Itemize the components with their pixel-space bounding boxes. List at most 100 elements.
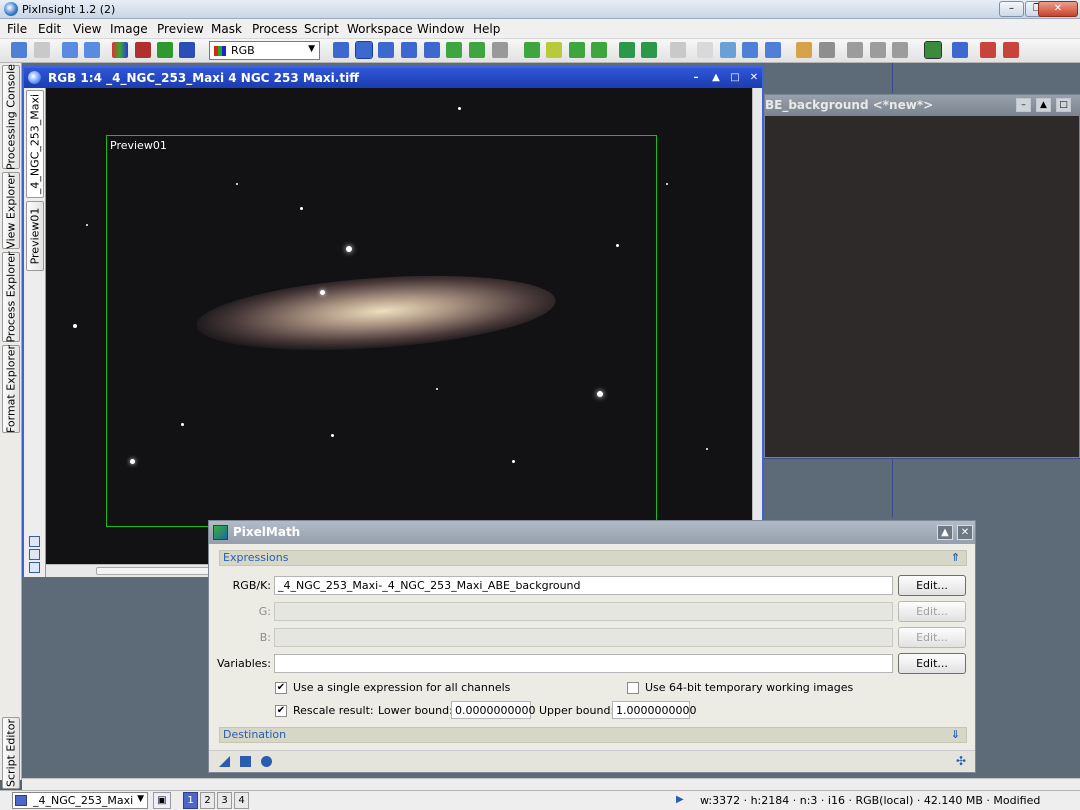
mask-invert-icon[interactable] xyxy=(670,42,686,58)
tab-main-view[interactable]: _4_NGC_253_Maxi xyxy=(26,90,44,198)
edit-b-button[interactable]: Edit... xyxy=(898,627,966,648)
zoom-icon[interactable] xyxy=(29,536,40,547)
edit-preview-icon[interactable] xyxy=(469,42,485,58)
abe-background-window[interactable]: BE_background <*new*> – ▲ □ xyxy=(764,94,1080,458)
apply-global-icon[interactable] xyxy=(261,756,272,767)
minimize-icon[interactable]: – xyxy=(1016,98,1031,112)
b-expression-field[interactable] xyxy=(274,628,893,647)
vertical-scrollbar[interactable] xyxy=(752,88,762,564)
shade-icon[interactable]: ▲ xyxy=(937,525,953,540)
color-space-select[interactable]: RGB ▼ xyxy=(209,41,320,60)
preview-select-icon[interactable] xyxy=(524,42,540,58)
align-icon[interactable] xyxy=(819,42,835,58)
tab-processing-console[interactable]: Processing Console xyxy=(2,64,20,170)
close-icon[interactable]: ✕ xyxy=(746,71,762,85)
maximize-icon[interactable]: □ xyxy=(1056,98,1071,112)
shade-icon[interactable]: ▲ xyxy=(1036,98,1051,112)
menu-workspace[interactable]: Workspace xyxy=(347,22,413,36)
tab-preview01[interactable]: Preview01 xyxy=(26,201,44,271)
menu-help[interactable]: Help xyxy=(473,22,500,36)
preview-delete-icon[interactable] xyxy=(591,42,607,58)
close-icon[interactable]: ✕ xyxy=(957,525,973,540)
tab-format-explorer[interactable]: Format Explorer xyxy=(2,345,20,433)
rescale-checkbox[interactable]: ✔ xyxy=(275,705,287,717)
histogram-icon[interactable] xyxy=(924,41,942,59)
g-expression-field[interactable] xyxy=(274,602,893,621)
zoom-out-icon[interactable] xyxy=(401,42,417,58)
pixelmath-dialog[interactable]: PixelMath ▲ ✕ Expressions ⇑ RGB/K: _4_NG… xyxy=(208,520,976,773)
menu-file[interactable]: File xyxy=(7,22,27,36)
zoom-fit-icon[interactable] xyxy=(355,41,373,59)
green-channel-icon[interactable] xyxy=(157,42,173,58)
red-channel-icon[interactable] xyxy=(135,42,151,58)
menu-preview[interactable]: Preview xyxy=(157,22,204,36)
variables-field[interactable] xyxy=(274,654,893,673)
destination-section-header[interactable]: Destination ⇓ xyxy=(219,727,967,743)
mask-show-icon[interactable] xyxy=(641,42,657,58)
menu-view[interactable]: View xyxy=(73,22,101,36)
reset-icon[interactable]: ✣ xyxy=(956,755,967,767)
edit-g-button[interactable]: Edit... xyxy=(898,601,966,622)
screen-transfer-icon[interactable] xyxy=(697,42,713,58)
zoom-in-icon[interactable] xyxy=(378,42,394,58)
expressions-section-header[interactable]: Expressions ⇑ xyxy=(219,550,967,566)
redo-icon[interactable] xyxy=(34,42,50,58)
expand-icon[interactable]: ⇓ xyxy=(951,728,960,741)
menu-image[interactable]: Image xyxy=(110,22,148,36)
stf-auto-icon[interactable] xyxy=(720,42,736,58)
menu-process[interactable]: Process xyxy=(252,22,298,36)
blue-channel-icon[interactable] xyxy=(179,42,195,58)
single-expression-checkbox[interactable]: ✔ xyxy=(275,682,287,694)
process-history-icon[interactable] xyxy=(870,42,886,58)
stf-link-icon[interactable] xyxy=(742,42,758,58)
view-selector[interactable]: _4_NGC_253_Maxi ▼ xyxy=(12,792,148,809)
rgbk-expression-field[interactable]: _4_NGC_253_Maxi-_4_NGC_253_Maxi_ABE_back… xyxy=(274,576,893,595)
tab-view-explorer[interactable]: View Explorer xyxy=(2,172,20,249)
console-icon[interactable] xyxy=(1003,42,1019,58)
workspace-2-button[interactable]: 2 xyxy=(200,792,215,809)
undo-icon[interactable] xyxy=(11,42,27,58)
apply-icon[interactable] xyxy=(240,756,251,767)
upper-bound-input[interactable]: 1.0000000000 xyxy=(612,701,696,719)
collapse-icon[interactable]: ⇑ xyxy=(951,551,960,564)
preview-store-icon[interactable] xyxy=(546,42,562,58)
close-app-button[interactable]: ✕ xyxy=(1038,1,1078,17)
new-instance-icon[interactable] xyxy=(219,756,230,767)
preview-restore-icon[interactable] xyxy=(569,42,585,58)
edit-rgbk-button[interactable]: Edit... xyxy=(898,575,966,596)
workspace-scrollbar[interactable] xyxy=(22,778,1080,790)
rgb-channels-icon[interactable] xyxy=(112,42,128,58)
menu-mask[interactable]: Mask xyxy=(211,22,242,36)
workspace-4-button[interactable]: 4 xyxy=(234,792,249,809)
image-canvas[interactable]: Preview01 xyxy=(46,88,752,564)
menu-script[interactable]: Script xyxy=(304,22,339,36)
play-icon[interactable]: ▶ xyxy=(676,794,684,805)
menu-edit[interactable]: Edit xyxy=(38,22,61,36)
view-list-icon[interactable]: ▣ xyxy=(153,792,171,809)
edit-variables-button[interactable]: Edit... xyxy=(898,653,966,674)
curves-icon[interactable] xyxy=(952,42,968,58)
use64-checkbox[interactable] xyxy=(627,682,639,694)
tab-script-editor[interactable]: Script Editor xyxy=(2,717,20,789)
zoom-1-1-icon[interactable] xyxy=(424,42,440,58)
preview01-rectangle[interactable]: Preview01 xyxy=(106,135,657,527)
new-preview-icon[interactable] xyxy=(446,42,462,58)
minimize-button[interactable]: – xyxy=(999,1,1024,17)
new-image-icon[interactable] xyxy=(62,42,78,58)
fit-icon[interactable] xyxy=(29,549,40,560)
maximize-icon[interactable]: □ xyxy=(727,71,743,85)
duplicate-image-icon[interactable] xyxy=(84,42,100,58)
lower-bound-input[interactable]: 0.0000000000 xyxy=(451,701,535,719)
move-icon[interactable] xyxy=(333,42,349,58)
stf-reset-icon[interactable] xyxy=(765,42,781,58)
tab-process-explorer[interactable]: Process Explorer xyxy=(2,251,20,343)
one-to-one-icon[interactable] xyxy=(29,562,40,573)
statistics-icon[interactable] xyxy=(980,42,996,58)
workspace-3-button[interactable]: 3 xyxy=(217,792,232,809)
workspace-1-button[interactable]: 1 xyxy=(183,792,198,809)
mask-enable-icon[interactable] xyxy=(619,42,635,58)
minimize-icon[interactable]: – xyxy=(688,71,704,85)
pointer-icon[interactable] xyxy=(492,42,508,58)
process-container-icon[interactable] xyxy=(892,42,908,58)
shade-icon[interactable]: ▲ xyxy=(708,71,724,85)
